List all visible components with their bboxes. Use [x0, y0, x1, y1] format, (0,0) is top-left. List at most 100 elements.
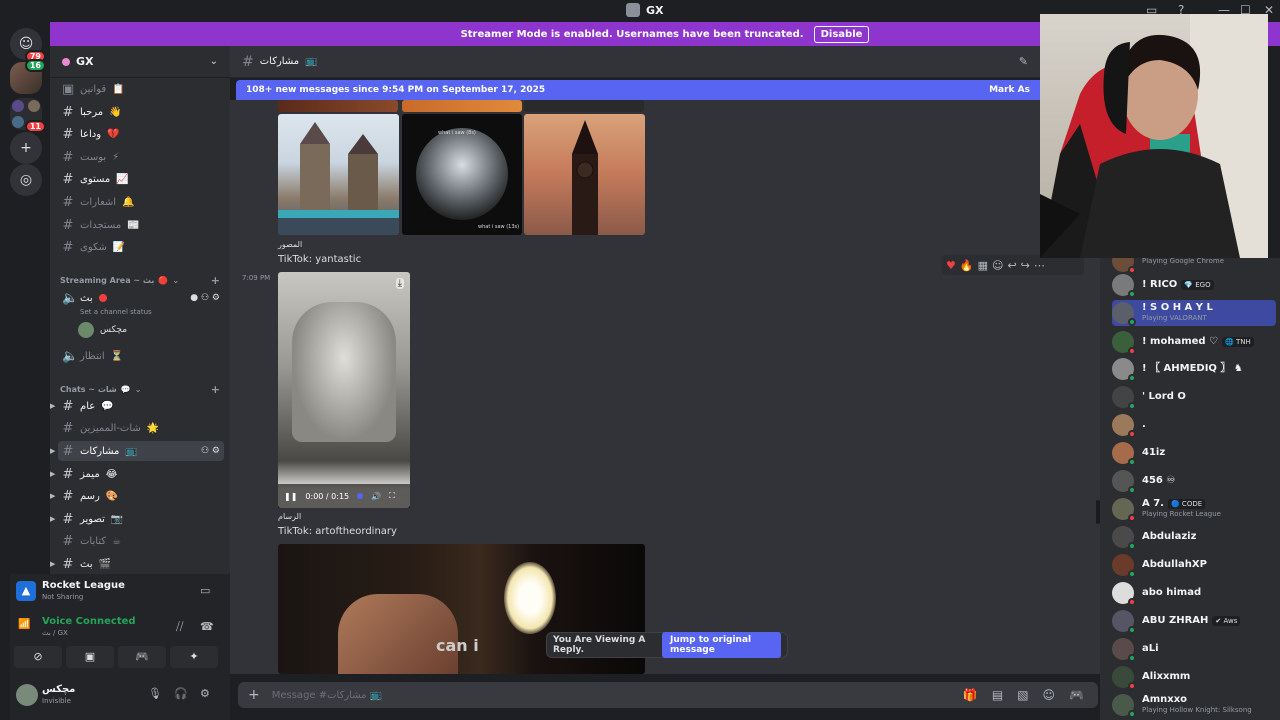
member-item[interactable]: Abdulaziz [1112, 524, 1276, 550]
channel-goodbye[interactable]: # وداعا 💔 [58, 124, 224, 144]
image-big-ben[interactable] [524, 114, 645, 235]
image-attachment[interactable] [278, 100, 398, 112]
channel-level[interactable]: # مستوى 📈 [58, 169, 224, 189]
screen-share-icon[interactable]: ▭ [200, 584, 210, 597]
sticker-icon[interactable]: ▧ [1017, 688, 1028, 702]
fullscreen-icon[interactable]: ⛶ [389, 491, 395, 501]
channel-actions-icons[interactable]: ● ⚇ ⚙ [190, 293, 224, 303]
member-item[interactable]: Amnxxo Playing Hollow Knight: Silksong [1112, 692, 1276, 718]
download-icon[interactable]: ⤓ [395, 278, 404, 289]
chevron-right-icon: ▶ [50, 447, 56, 455]
channel-boost[interactable]: # بوست ⚡ [58, 147, 224, 167]
member-item[interactable]: A 7. 🔵 CODE Playing Rocket League [1112, 496, 1276, 522]
image-attachment[interactable] [524, 100, 644, 112]
channel-notifications[interactable]: # اشعارات 🔔 [58, 192, 224, 212]
video-player[interactable]: ⤓ [278, 272, 410, 508]
add-server-button[interactable]: + [10, 132, 42, 164]
add-channel-icon[interactable]: + [211, 274, 220, 287]
member-name-row: abo himad [1142, 588, 1201, 598]
member-item[interactable]: ! mohamed ♡ 🌐 TNH [1112, 329, 1276, 355]
channel-drawing[interactable]: ▶ # رسم 🎨 [50, 486, 224, 506]
threads-icon[interactable]: ✎ [1019, 55, 1028, 68]
reply-notice-text: You Are Viewing A Reply. [553, 635, 646, 655]
member-item[interactable]: ! RICO 💎 EGO [1112, 272, 1276, 298]
attach-plus-icon[interactable]: + [248, 687, 260, 703]
disconnect-icon[interactable]: ☎ [200, 620, 214, 633]
heart-reaction-icon[interactable]: ♥ [946, 259, 956, 272]
category-chats[interactable]: Chats ~ شات 💬 ⌄ + [60, 383, 220, 396]
video-off-button[interactable]: ⊘ [14, 646, 62, 668]
channel-photography[interactable]: ▶ # تصوير 📷 [50, 509, 224, 529]
jump-to-original-button[interactable]: Jump to original message [662, 632, 781, 658]
new-messages-bar[interactable]: 108+ new messages since 9:54 PM on Septe… [236, 80, 1040, 100]
channel-welcome[interactable]: # مرحبا 👋 [58, 102, 224, 122]
member-item[interactable]: abo himad [1112, 580, 1276, 606]
gift-icon[interactable]: 🎁 [963, 688, 978, 702]
microphone-icon[interactable]: 🎙 [148, 687, 162, 700]
settings-gear-icon[interactable]: ⚙ [200, 687, 210, 700]
account-row[interactable]: مچكس Invisible 🎙 🎧 ⚙ [10, 680, 230, 710]
member-item[interactable]: AbdullahXP [1112, 552, 1276, 578]
channel-rules[interactable]: ▣ قوانين 📋 [58, 79, 224, 99]
member-item[interactable]: 456 ♾ [1112, 468, 1276, 494]
direct-messages-button[interactable]: ☺ 79 [10, 28, 46, 63]
voice-channel-waiting[interactable]: 🔈 انتظار ⏳ [58, 346, 224, 366]
voice-channel-live[interactable]: 🔈 بث ● ⚇ ⚙ [58, 288, 224, 308]
channel-settings-icons[interactable]: ⚇ ⚙ [201, 446, 224, 456]
add-channel-icon[interactable]: + [211, 383, 220, 396]
category-streaming[interactable]: Streaming Area ~ بث 🔴 ⌄ + [60, 274, 220, 287]
volume-icon[interactable]: 🔊 [371, 492, 381, 501]
forward-icon[interactable]: ↪ [1021, 259, 1030, 272]
guild-tag: 🔵 CODE [1167, 499, 1206, 509]
server-header[interactable]: GX ⌄ [50, 46, 230, 78]
channel-sharing[interactable]: ▶ # مشاركات 📺 ⚇ ⚙ [50, 441, 224, 461]
soundboard-button[interactable]: ✦ [170, 646, 218, 668]
discover-button[interactable]: ◎ [10, 164, 42, 196]
message-label: المصور [278, 240, 303, 249]
gif-icon[interactable]: ▤ [992, 688, 1003, 702]
emoji-icon[interactable]: ☺ [1043, 688, 1056, 702]
message-input[interactable]: Message #مشاركات 📺 [272, 690, 382, 701]
apps-icon[interactable]: 🎮 [1069, 688, 1084, 702]
member-item[interactable]: ' Lord O [1112, 384, 1276, 410]
image-bubble-view[interactable]: what i saw (8s) what i saw (13s) [402, 114, 522, 235]
voice-user[interactable]: مچكس [78, 322, 127, 338]
mark-as-read-button[interactable]: Mark As [989, 85, 1030, 95]
channel-general[interactable]: ▶ # عام 💬 [50, 396, 224, 416]
channel-complaints[interactable]: # شكوى 📝 [58, 237, 224, 257]
avatar [1112, 610, 1136, 634]
server-folder[interactable]: 11 [10, 98, 46, 133]
member-item[interactable]: ABU ZHRAH ✔ Aws [1112, 608, 1276, 634]
noise-suppression-icon[interactable]: ⧸⧸ [176, 620, 183, 634]
add-reaction-icon[interactable]: ☺ [992, 259, 1003, 272]
channel-updates[interactable]: # مستجدات 📰 [58, 215, 224, 235]
pause-icon[interactable]: ❚❚ [284, 492, 297, 501]
reply-icon[interactable]: ↩ [1007, 259, 1016, 272]
share-screen-button[interactable]: ▣ [66, 646, 114, 668]
image-attachment[interactable] [402, 100, 522, 112]
channel-premium-chat[interactable]: # شات-المميزين 🌟 [58, 418, 224, 438]
member-name: 456 ♾ [1142, 475, 1176, 486]
image-tower-bridge[interactable] [278, 114, 399, 235]
disable-button[interactable]: Disable [813, 25, 870, 43]
activity-button[interactable]: 🎮 [118, 646, 166, 668]
message-composer[interactable]: + Message #مشاركات 📺 🎁 ▤ ▧ ☺ 🎮 [238, 682, 1098, 708]
fire-reaction-icon[interactable]: 🔥 [960, 259, 974, 272]
progress-dot[interactable] [357, 493, 364, 499]
sticker-icon[interactable]: ▦ [978, 259, 988, 272]
activity-row[interactable]: ▲ Rocket League Not Sharing ▭ [10, 578, 230, 604]
more-options-icon[interactable]: ⋯ [1034, 259, 1045, 272]
voice-status-row[interactable]: 📶 Voice Connected بث / GX ⧸⧸ ☎ [10, 614, 230, 640]
member-item[interactable]: ! S O H A Y L Playing VALORANT [1112, 300, 1276, 326]
member-item[interactable]: aLi [1112, 636, 1276, 662]
channel-writings[interactable]: # كتابات ☕ [58, 531, 224, 551]
channel-stream[interactable]: ▶ # بث 🎬 [50, 554, 224, 574]
member-item[interactable]: ! 〖 AHMEDIQ 〗 ♞ [1112, 356, 1276, 382]
member-item[interactable]: 41iz [1112, 440, 1276, 466]
server-icon-gx[interactable]: 16 [10, 59, 46, 94]
member-item[interactable]: . [1112, 412, 1276, 438]
headphones-icon[interactable]: 🎧 [174, 687, 188, 700]
channel-status[interactable]: Set a channel status [80, 308, 152, 316]
channel-memes[interactable]: ▶ # ميمز 😂 [50, 464, 224, 484]
member-item[interactable]: Alixxmm [1112, 664, 1276, 690]
